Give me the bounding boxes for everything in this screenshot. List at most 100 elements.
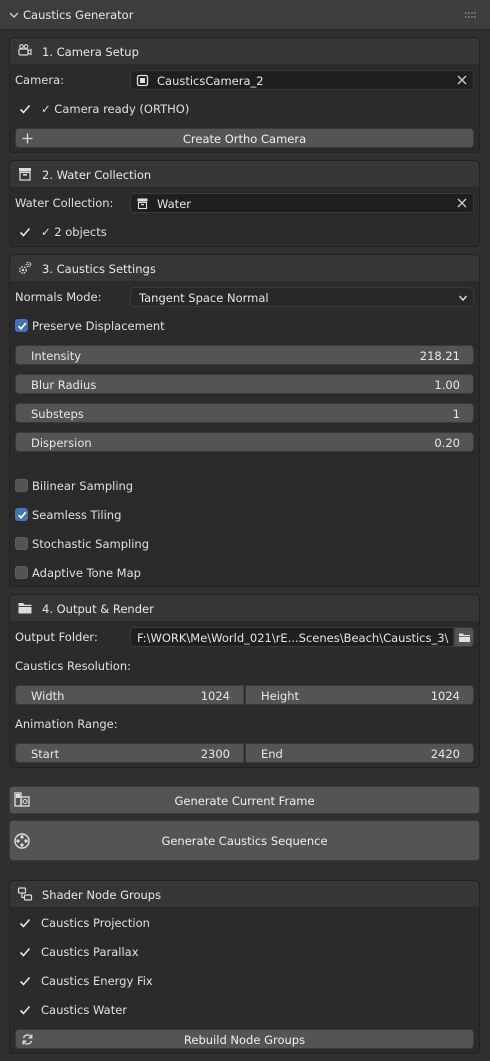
- output-folder-value: F:\WORK\Me\World_021\rE...Scenes\Beach\C…: [137, 631, 449, 645]
- seamless-tiling-label: Seamless Tiling: [32, 508, 122, 522]
- node-group-item: Caustics Energy Fix: [41, 974, 153, 988]
- water-collection-title: 2. Water Collection: [42, 168, 152, 182]
- shader-node-groups-section: Shader Node Groups Caustics Projection C…: [9, 880, 480, 1054]
- checkmark-icon: [17, 322, 27, 330]
- blur-radius-slider[interactable]: Blur Radius 1.00: [15, 374, 474, 394]
- camera-field[interactable]: CausticsCamera_2: [130, 70, 474, 90]
- water-collection-value: Water: [157, 197, 191, 211]
- bilinear-sampling-label: Bilinear Sampling: [32, 479, 134, 493]
- bilinear-sampling-checkbox[interactable]: [15, 479, 28, 492]
- generate-current-frame-label: Generate Current Frame: [174, 794, 315, 808]
- width-field[interactable]: Width 1024: [15, 685, 244, 705]
- generate-caustics-sequence-button[interactable]: Generate Caustics Sequence: [9, 820, 480, 861]
- generate-current-frame-button[interactable]: Generate Current Frame: [9, 786, 480, 814]
- substeps-slider[interactable]: Substeps 1: [15, 403, 474, 423]
- folder-icon: [459, 633, 470, 642]
- blur-radius-label: Blur Radius: [31, 378, 97, 392]
- end-frame-field[interactable]: End 2420: [245, 743, 474, 763]
- intensity-slider[interactable]: Intensity 218.21: [15, 345, 474, 365]
- height-field[interactable]: Height 1024: [245, 685, 474, 705]
- gears-icon: [19, 261, 32, 274]
- camera-icon: [18, 44, 32, 56]
- output-render-title: 4. Output & Render: [42, 602, 154, 616]
- dispersion-label: Dispersion: [31, 436, 92, 450]
- preserve-displacement-label: Preserve Displacement: [32, 319, 165, 333]
- create-ortho-camera-button[interactable]: Create Ortho Camera: [15, 128, 474, 148]
- start-label: Start: [31, 747, 60, 761]
- caustics-settings-title: 3. Caustics Settings: [42, 262, 156, 276]
- preserve-displacement-checkbox[interactable]: [15, 319, 28, 332]
- shader-node-groups-title: Shader Node Groups: [42, 888, 162, 902]
- output-render-section: 4. Output & Render Output Folder: F:\WOR…: [9, 594, 480, 768]
- checkmark-icon: [19, 976, 31, 986]
- panel-title: Caustics Generator: [23, 8, 134, 22]
- collection-icon: [137, 198, 148, 210]
- drag-grip-icon[interactable]: [464, 11, 478, 19]
- chevron-down-icon: [458, 295, 468, 302]
- camera-object-icon: [136, 74, 149, 87]
- normals-mode-value: Tangent Space Normal: [139, 291, 269, 305]
- animation-range-label: Animation Range:: [15, 717, 118, 731]
- end-label: End: [261, 747, 283, 761]
- generate-caustics-sequence-label: Generate Caustics Sequence: [161, 834, 328, 848]
- node-group-item: Caustics Projection: [41, 916, 150, 930]
- camera-setup-header[interactable]: 1. Camera Setup: [10, 38, 479, 64]
- browse-folder-button[interactable]: [454, 627, 474, 647]
- width-value: 1024: [200, 689, 230, 703]
- caustics-resolution-label: Caustics Resolution:: [15, 659, 131, 673]
- height-label: Height: [261, 689, 300, 703]
- panel-header[interactable]: Caustics Generator: [0, 0, 490, 30]
- intensity-value: 218.21: [419, 349, 460, 363]
- water-collection-label: Water Collection:: [15, 196, 114, 210]
- width-label: Width: [31, 689, 65, 703]
- checkmark-icon: [19, 947, 31, 957]
- stochastic-sampling-checkbox[interactable]: [15, 537, 28, 550]
- blur-radius-value: 1.00: [434, 378, 460, 392]
- end-value: 2420: [430, 747, 460, 761]
- node-group-item: Caustics Water: [41, 1003, 128, 1017]
- height-value: 1024: [430, 689, 460, 703]
- chevron-down-icon[interactable]: [8, 9, 20, 21]
- start-frame-field[interactable]: Start 2300: [15, 743, 244, 763]
- close-icon[interactable]: [457, 75, 467, 85]
- seamless-tiling-checkbox[interactable]: [15, 508, 28, 521]
- intensity-label: Intensity: [31, 349, 82, 363]
- rebuild-node-groups-label: Rebuild Node Groups: [183, 1033, 306, 1047]
- water-collection-header[interactable]: 2. Water Collection: [10, 161, 479, 187]
- water-collection-status: ✓ 2 objects: [41, 225, 107, 239]
- camera-setup-title: 1. Camera Setup: [42, 45, 139, 59]
- checkmark-icon: [19, 227, 31, 237]
- substeps-value: 1: [452, 407, 460, 421]
- node-tree-icon: [17, 887, 33, 901]
- node-group-item: Caustics Parallax: [41, 945, 139, 959]
- camera-status: ✓ Camera ready (ORTHO): [41, 102, 190, 116]
- water-collection-field[interactable]: Water: [130, 193, 474, 213]
- output-render-header[interactable]: 4. Output & Render: [10, 595, 479, 621]
- dispersion-value: 0.20: [434, 436, 460, 450]
- water-collection-section: 2. Water Collection Water Collection: Wa…: [9, 160, 480, 247]
- collection-box-icon: [19, 168, 31, 181]
- normals-mode-label: Normals Mode:: [15, 290, 102, 304]
- caustics-settings-header[interactable]: 3. Caustics Settings: [10, 255, 479, 281]
- shader-node-groups-header[interactable]: Shader Node Groups: [10, 881, 479, 907]
- camera-label: Camera:: [15, 73, 65, 87]
- dispersion-slider[interactable]: Dispersion 0.20: [15, 432, 474, 452]
- checkmark-icon: [19, 918, 31, 928]
- stochastic-sampling-label: Stochastic Sampling: [32, 537, 150, 551]
- output-folder-field[interactable]: F:\WORK\Me\World_021\rE...Scenes\Beach\C…: [130, 627, 454, 647]
- rebuild-node-groups-button[interactable]: Rebuild Node Groups: [15, 1029, 474, 1049]
- checkmark-icon: [19, 1005, 31, 1015]
- substeps-label: Substeps: [31, 407, 84, 421]
- adaptive-tone-map-checkbox[interactable]: [15, 566, 28, 579]
- output-folder-label: Output Folder:: [15, 630, 98, 644]
- camera-value: CausticsCamera_2: [157, 74, 264, 88]
- caustics-settings-section: 3. Caustics Settings Normals Mode: Tange…: [9, 254, 480, 587]
- camera-setup-section: 1. Camera Setup Camera: CausticsCamera_2…: [9, 37, 480, 153]
- start-value: 2300: [200, 747, 230, 761]
- close-icon[interactable]: [457, 198, 467, 208]
- normals-mode-select[interactable]: Tangent Space Normal: [130, 287, 474, 307]
- folder-icon: [18, 603, 32, 614]
- checkmark-icon: [17, 511, 27, 519]
- adaptive-tone-map-label: Adaptive Tone Map: [32, 566, 141, 580]
- create-ortho-camera-label: Create Ortho Camera: [182, 132, 307, 146]
